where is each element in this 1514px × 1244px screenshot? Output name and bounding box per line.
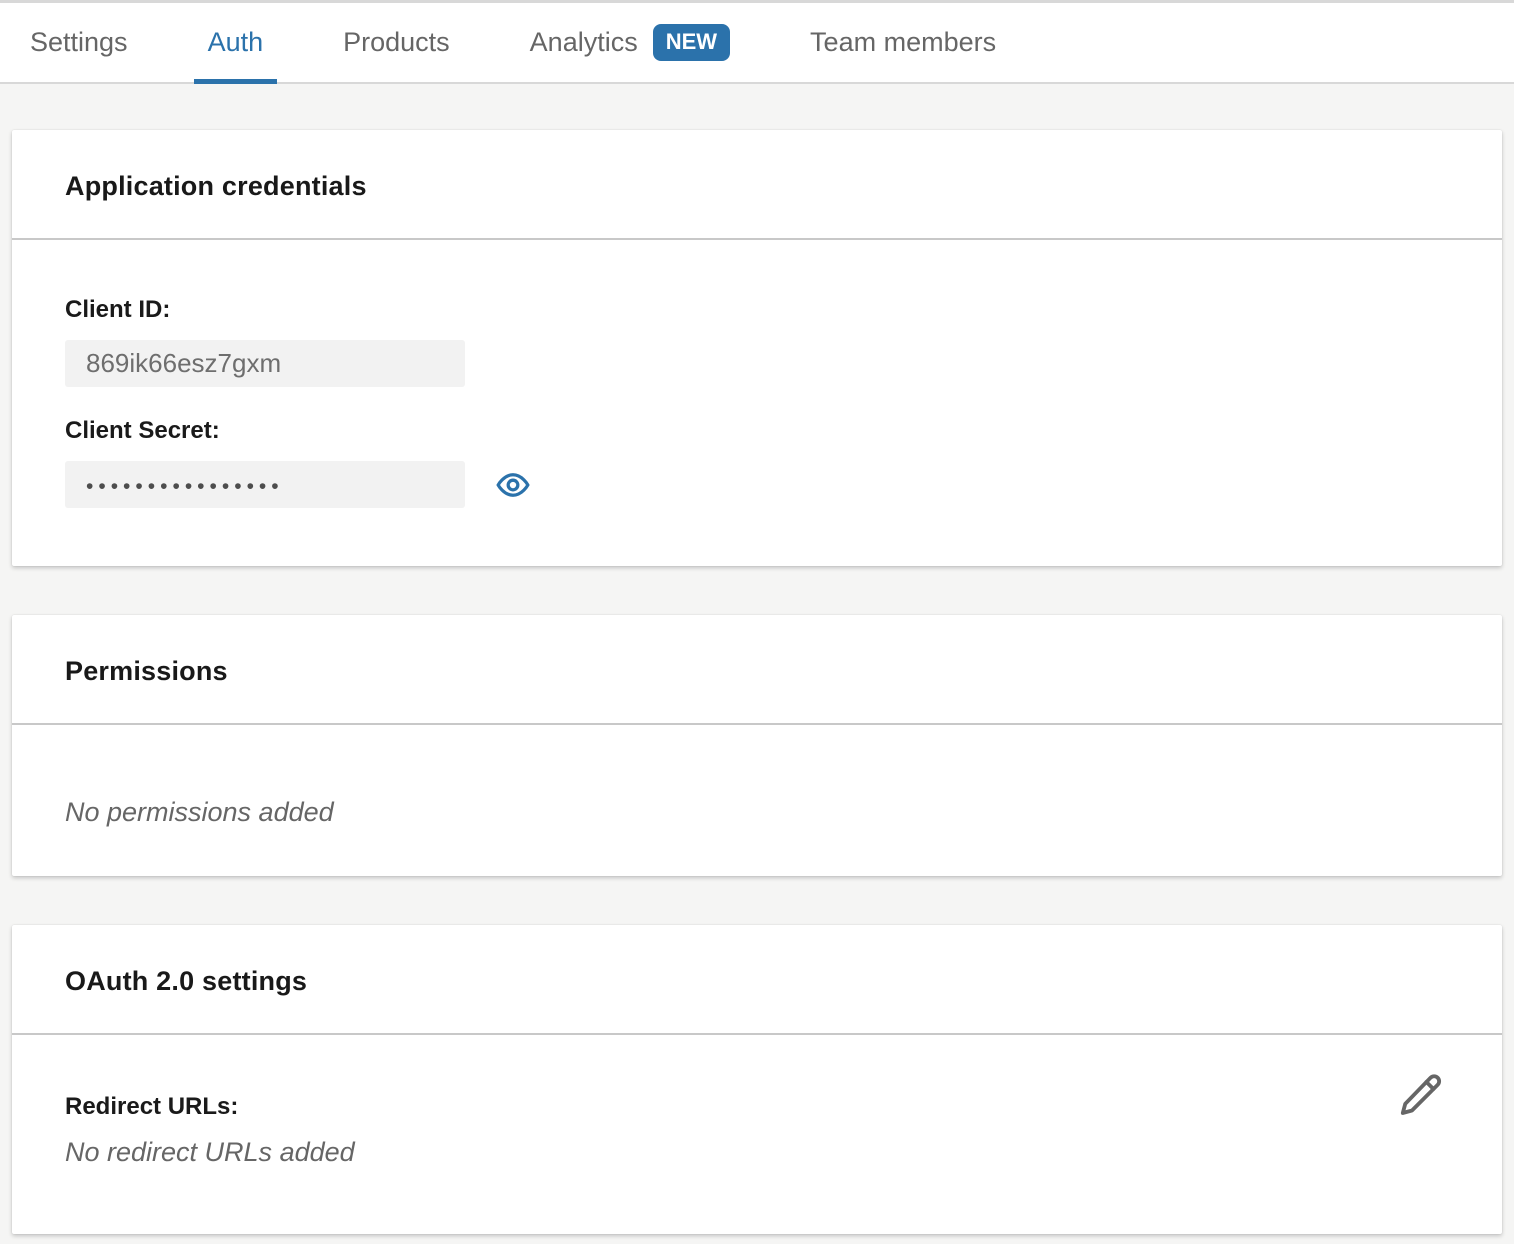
redirect-urls-empty-text: No redirect URLs added: [65, 1137, 1449, 1168]
oauth-settings-header: OAuth 2.0 settings: [12, 925, 1502, 1035]
tab-analytics-label: Analytics: [530, 27, 638, 58]
tab-settings-label: Settings: [30, 27, 128, 58]
oauth-settings-body: Redirect URLs: No redirect URLs added: [12, 1035, 1502, 1234]
eye-icon: [496, 468, 530, 502]
edit-redirect-urls-button[interactable]: [1398, 1071, 1444, 1117]
permissions-title: Permissions: [65, 656, 1449, 687]
app-tab-bar: Settings Auth Products Analytics NEW Tea…: [0, 0, 1514, 84]
tab-auth-label: Auth: [208, 27, 264, 58]
tab-analytics[interactable]: Analytics NEW: [530, 3, 730, 82]
tab-products-label: Products: [343, 27, 450, 58]
client-id-label: Client ID:: [65, 296, 1449, 324]
permissions-empty-text: No permissions added: [65, 797, 1449, 828]
pencil-icon: [1398, 1071, 1444, 1117]
tab-products[interactable]: Products: [343, 3, 450, 82]
permissions-card: Permissions No permissions added: [12, 615, 1502, 876]
tab-team-members-label: Team members: [810, 27, 996, 58]
oauth-settings-title: OAuth 2.0 settings: [65, 966, 1449, 997]
application-credentials-card: Application credentials Client ID: Clien…: [12, 130, 1502, 566]
oauth-settings-card: OAuth 2.0 settings Redirect URLs: No red…: [12, 925, 1502, 1234]
reveal-secret-button[interactable]: [496, 468, 530, 502]
application-credentials-title: Application credentials: [65, 171, 1449, 202]
client-id-field[interactable]: [65, 340, 465, 387]
tab-settings[interactable]: Settings: [30, 3, 128, 82]
application-credentials-body: Client ID: Client Secret:: [12, 240, 1502, 566]
permissions-body: No permissions added: [12, 725, 1502, 876]
tab-team-members[interactable]: Team members: [810, 3, 996, 82]
client-secret-row: [65, 461, 1449, 508]
application-credentials-header: Application credentials: [12, 130, 1502, 240]
redirect-urls-label: Redirect URLs:: [65, 1093, 1449, 1121]
active-tab-underline: [194, 79, 278, 84]
client-secret-field[interactable]: [65, 461, 465, 508]
permissions-header: Permissions: [12, 615, 1502, 725]
new-badge: NEW: [653, 24, 730, 61]
tab-auth[interactable]: Auth: [208, 3, 264, 82]
client-secret-label: Client Secret:: [65, 417, 1449, 445]
auth-tab-content: Application credentials Client ID: Clien…: [0, 84, 1514, 1234]
